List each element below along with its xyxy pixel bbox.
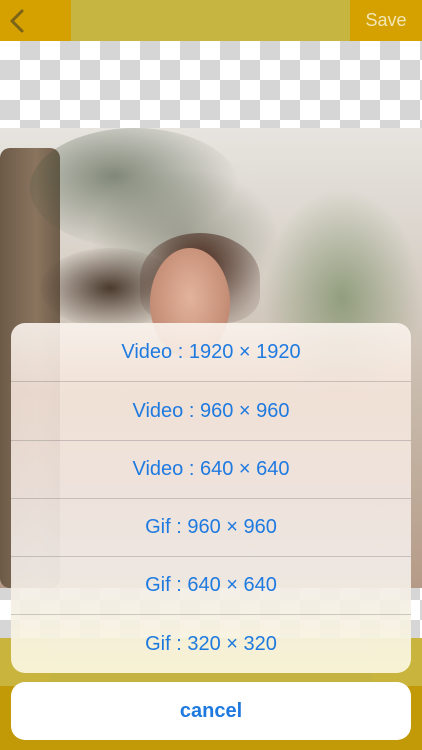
export-option-gif-960[interactable]: Gif : 960 × 960 (11, 498, 411, 556)
export-option-video-640[interactable]: Video : 640 × 640 (11, 440, 411, 498)
back-button[interactable] (0, 0, 40, 41)
top-toolbar: Save (0, 0, 422, 41)
save-button[interactable]: Save (350, 0, 422, 41)
chevron-left-icon (10, 9, 24, 33)
export-option-gif-320[interactable]: Gif : 320 × 320 (11, 615, 411, 673)
export-option-video-1920[interactable]: Video : 1920 × 1920 (11, 323, 411, 381)
export-option-video-960[interactable]: Video : 960 × 960 (11, 382, 411, 440)
cancel-button[interactable]: cancel (11, 682, 411, 740)
export-action-sheet: Video : 1920 × 1920 Video : 960 × 960 Vi… (11, 323, 411, 673)
export-option-gif-640[interactable]: Gif : 640 × 640 (11, 556, 411, 614)
toolbar-middle-segment (71, 0, 350, 41)
